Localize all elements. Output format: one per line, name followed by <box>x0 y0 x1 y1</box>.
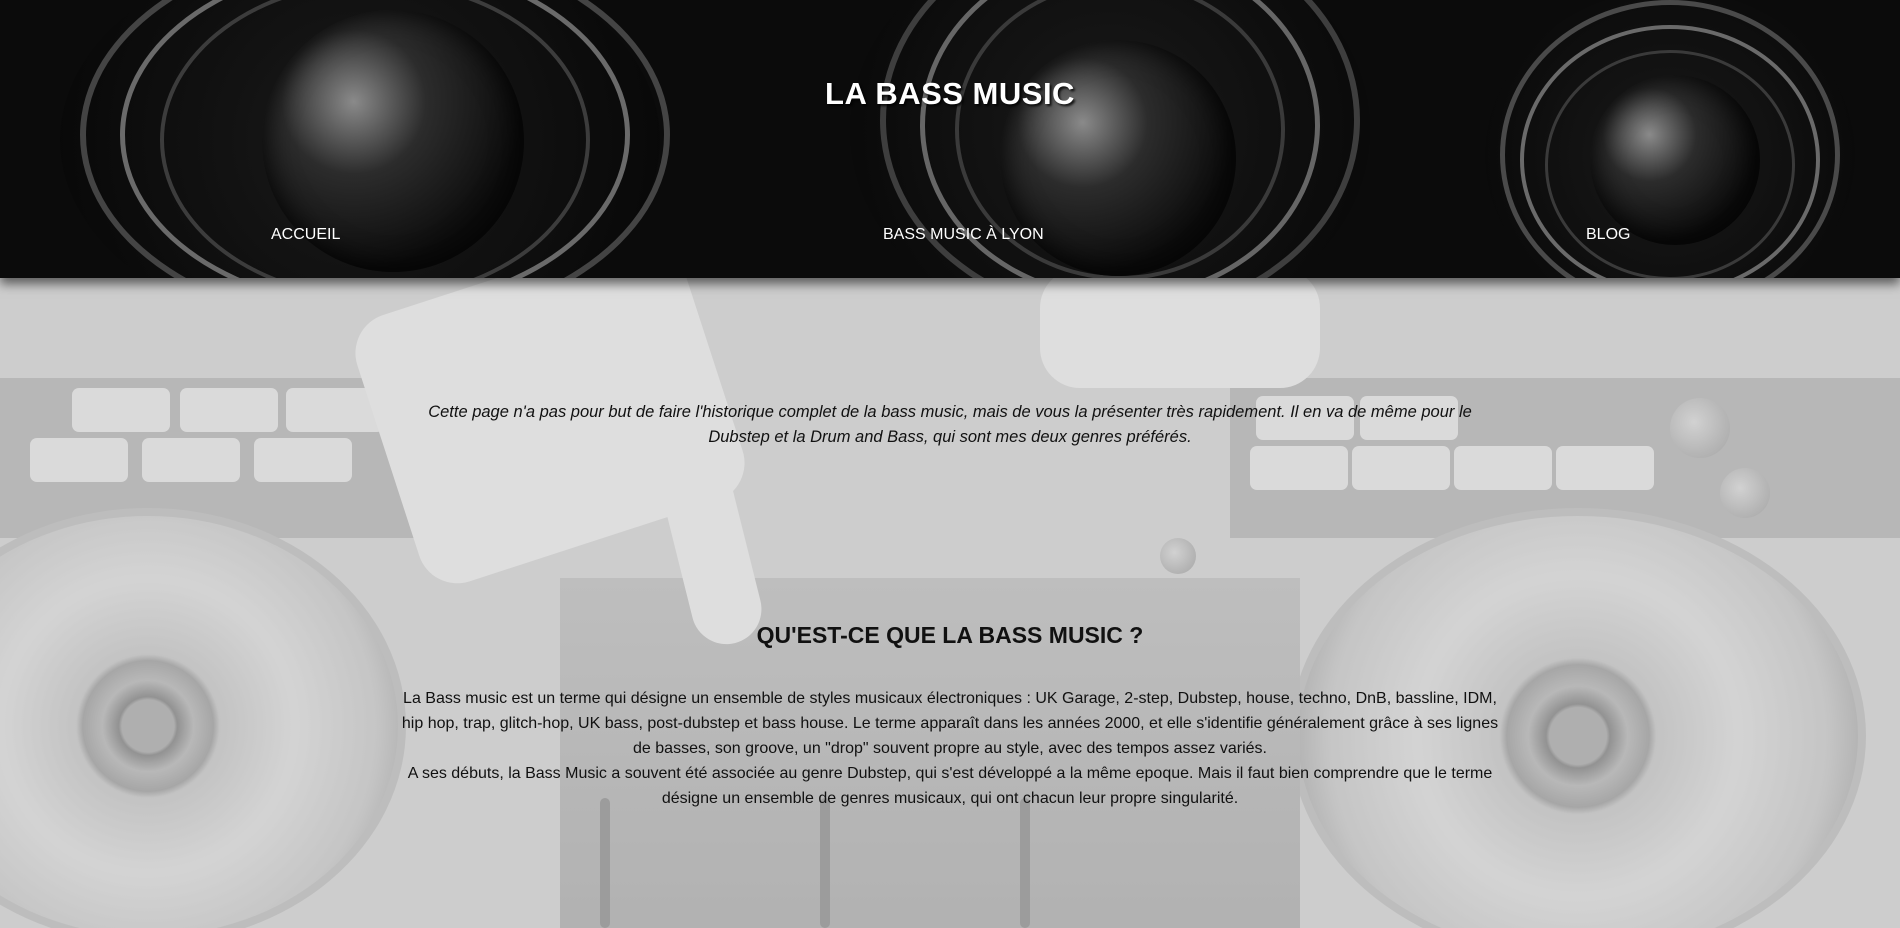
nav-item-blog[interactable]: BLOG <box>1586 226 1630 244</box>
section-paragraph: La Bass music est un terme qui désigne u… <box>401 690 1499 757</box>
background-overlay <box>0 278 1900 928</box>
dj-controller-background <box>0 278 1900 928</box>
section-paragraph: A ses débuts, la Bass Music a souvent ét… <box>407 765 1493 807</box>
section-body: La Bass music est un terme qui désigne u… <box>400 686 1500 811</box>
section-title: QU'EST-CE QUE LA BASS MUSIC ? <box>756 622 1144 648</box>
site-title: LA BASS MUSIC <box>825 76 1075 111</box>
intro-text: Cette page n'a pas pour but de faire l'h… <box>428 403 1472 446</box>
site-header: LA BASS MUSIC ACCUEIL BASS MUSIC À LYON … <box>0 0 1900 278</box>
nav-item-accueil[interactable]: ACCUEIL <box>271 226 340 244</box>
nav-item-bass-music-lyon[interactable]: BASS MUSIC À LYON <box>883 226 1044 244</box>
